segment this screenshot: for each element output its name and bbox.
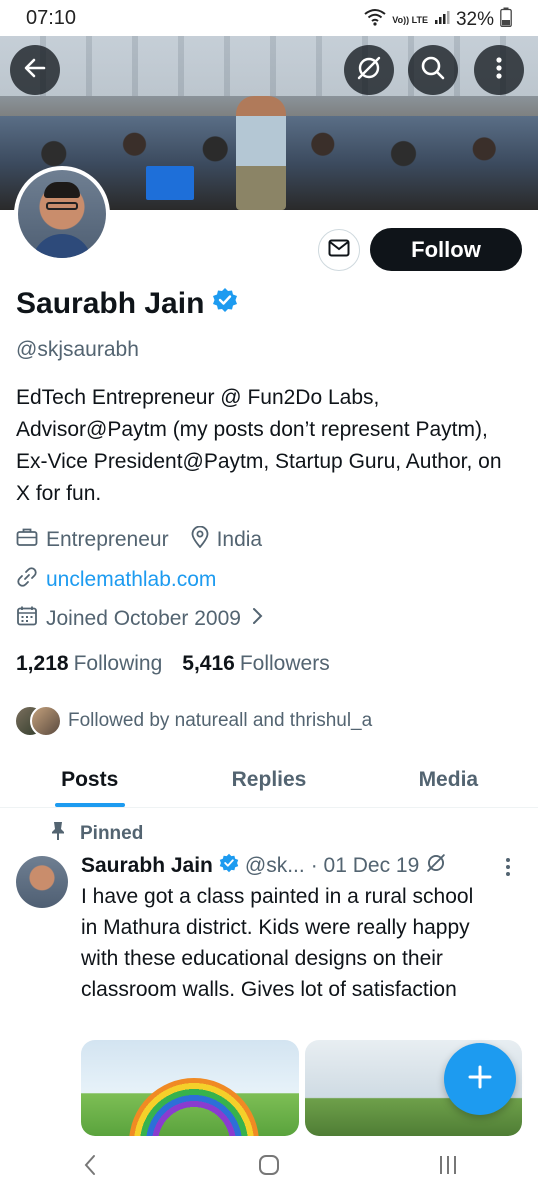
home-square-icon [257,1153,281,1182]
chevron-left-icon [82,1153,98,1182]
post-more-button[interactable] [505,857,511,882]
slash-circle-icon[interactable] [425,852,447,880]
nav-home-button[interactable] [239,1148,299,1188]
pinned-label: Pinned [80,823,144,844]
link-icon [16,566,38,594]
pinned-indicator: Pinned [50,821,143,847]
grok-button[interactable] [344,45,394,95]
post-image-classroom-rainbow[interactable] [81,1040,299,1136]
rainbow-mural [129,1078,259,1136]
mail-icon [328,239,350,262]
battery-icon [500,7,512,33]
followed-by-row[interactable]: Followed by natureall and thrishul_a [14,705,372,737]
post-author-name[interactable]: Saurabh Jain [81,854,213,878]
post-date: · 01 Dec 19 [310,854,420,877]
status-time: 07:10 [26,7,77,29]
follow-counts: 1,218 Following 5,416 Followers [16,652,330,676]
profile-website-link[interactable]: unclemathlab.com [46,568,216,592]
follow-button[interactable]: Follow [370,228,522,271]
profile-joined: Joined October 2009 [46,607,241,630]
post-author-handle: @sk... [244,854,305,877]
verified-badge-icon [212,287,238,321]
verified-badge-icon [219,853,239,879]
compose-button[interactable] [444,1043,516,1115]
tab-posts[interactable]: Posts [0,752,179,807]
followed-by-avatars [14,705,62,737]
followed-by-text: Followed by natureall and thrishul_a [68,710,373,731]
pin-icon [50,821,66,847]
nav-back-button[interactable] [60,1148,120,1188]
more-vertical-icon [495,56,503,85]
avatar-photo [18,170,106,258]
calendar-icon [16,605,38,633]
message-button[interactable] [318,229,360,271]
more-vertical-icon [505,858,511,881]
status-bar: 07:10 Vo)) LTE 32% [0,0,538,36]
profile-joined-row[interactable]: Joined October 2009 [16,605,265,633]
location-pin-icon [191,525,209,554]
profile-website-row: unclemathlab.com [16,566,216,594]
tab-media[interactable]: Media [359,752,538,807]
wifi-icon [364,8,386,32]
nav-recents-button[interactable] [418,1148,478,1188]
search-button[interactable] [408,45,458,95]
followers-link[interactable]: 5,416 Followers [182,652,329,676]
more-button[interactable] [474,45,524,95]
profile-name: Saurabh Jain [16,287,205,320]
status-icons: Vo)) LTE 32% [364,7,512,33]
banner-laptop [146,166,194,200]
post-text: I have got a class painted in a rural sc… [81,885,474,1001]
profile-location: India [216,528,263,551]
post-author-avatar[interactable] [16,856,68,908]
briefcase-icon [16,527,38,553]
plus-icon [466,1063,494,1096]
banner-standing-person [236,96,286,210]
post-header: Saurabh Jain @sk... · 01 Dec 19 [81,852,447,880]
battery-percent: 32% [455,9,494,30]
profile-bio: EdTech Entrepreneur @ Fun2Do Labs, Advis… [16,386,502,505]
back-button[interactable] [10,45,60,95]
slash-circle-icon [355,54,383,87]
tab-replies[interactable]: Replies [179,752,358,807]
profile-handle: @skjsaurabh [16,338,139,361]
system-nav-bar [0,1136,538,1199]
profile-name-row: Saurabh Jain [16,287,238,321]
volte-label: Vo)) LTE [392,14,428,25]
recents-icon [436,1154,460,1181]
search-icon [420,55,446,86]
profile-avatar[interactable] [14,166,110,262]
follower-avatar [30,705,62,737]
following-link[interactable]: 1,218 Following [16,652,162,676]
chevron-right-icon [249,606,265,632]
profile-category: Entrepreneur [46,528,169,551]
signal-icon [434,9,450,31]
profile-meta-row: Entrepreneur India [16,525,263,554]
arrow-left-icon [22,55,48,86]
profile-tabs: Posts Replies Media [0,752,538,808]
